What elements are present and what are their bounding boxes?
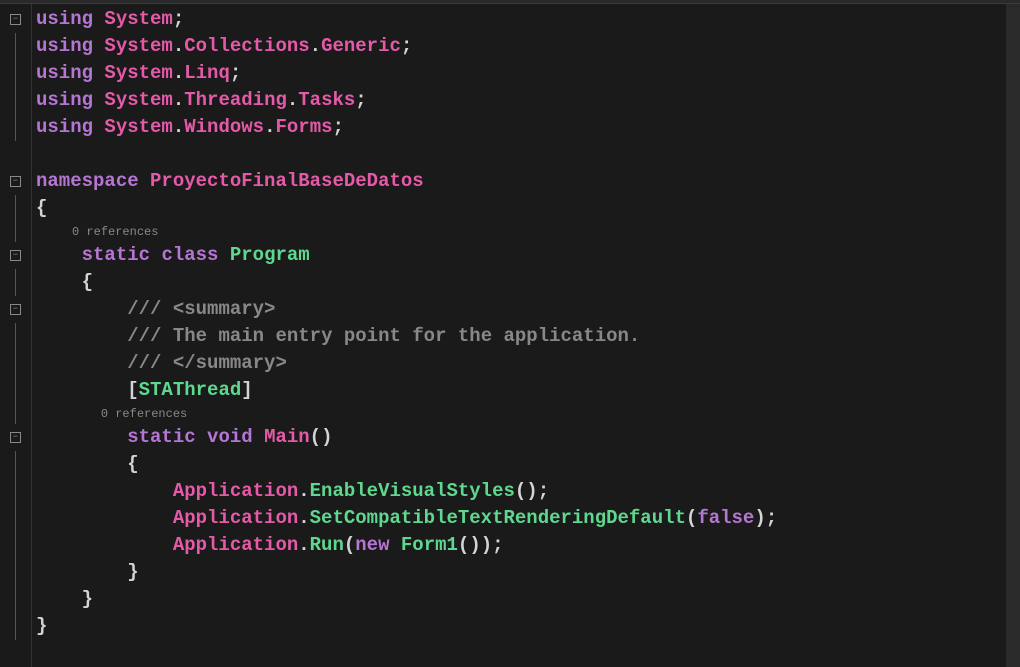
fold-toggle[interactable]: − (10, 304, 21, 315)
code-line[interactable]: static class Program (36, 242, 1006, 269)
code-line[interactable]: /// </summary> (36, 350, 1006, 377)
code-line[interactable]: using System.Collections.Generic; (36, 33, 1006, 60)
code-line[interactable]: using System; (36, 6, 1006, 33)
code-line[interactable]: static void Main() (36, 424, 1006, 451)
codelens-references[interactable]: 0 references (36, 222, 1006, 242)
code-line[interactable]: } (36, 613, 1006, 640)
code-line[interactable]: } (36, 559, 1006, 586)
code-area[interactable]: using System; using System.Collections.G… (32, 4, 1006, 667)
code-line[interactable]: Application.EnableVisualStyles(); (36, 478, 1006, 505)
fold-toggle[interactable]: − (10, 432, 21, 443)
code-line[interactable] (36, 141, 1006, 168)
vertical-scrollbar[interactable] (1006, 4, 1020, 667)
code-line[interactable]: using System.Windows.Forms; (36, 114, 1006, 141)
code-line[interactable]: } (36, 586, 1006, 613)
code-line[interactable]: /// <summary> (36, 296, 1006, 323)
code-line[interactable]: { (36, 195, 1006, 222)
code-line[interactable]: Application.SetCompatibleTextRenderingDe… (36, 505, 1006, 532)
code-line[interactable]: { (36, 269, 1006, 296)
code-line[interactable]: /// The main entry point for the applica… (36, 323, 1006, 350)
fold-toggle[interactable]: − (10, 176, 21, 187)
code-line[interactable]: using System.Linq; (36, 60, 1006, 87)
codelens-references[interactable]: 0 references (36, 404, 1006, 424)
code-line[interactable]: namespace ProyectoFinalBaseDeDatos (36, 168, 1006, 195)
code-editor[interactable]: − − − − − using System; using System.Col… (0, 4, 1020, 667)
code-line[interactable]: Application.Run(new Form1()); (36, 532, 1006, 559)
fold-gutter: − − − − − (0, 4, 32, 667)
code-line[interactable]: [STAThread] (36, 377, 1006, 404)
code-line[interactable]: using System.Threading.Tasks; (36, 87, 1006, 114)
fold-toggle[interactable]: − (10, 250, 21, 261)
code-line[interactable]: { (36, 451, 1006, 478)
fold-toggle[interactable]: − (10, 14, 21, 25)
